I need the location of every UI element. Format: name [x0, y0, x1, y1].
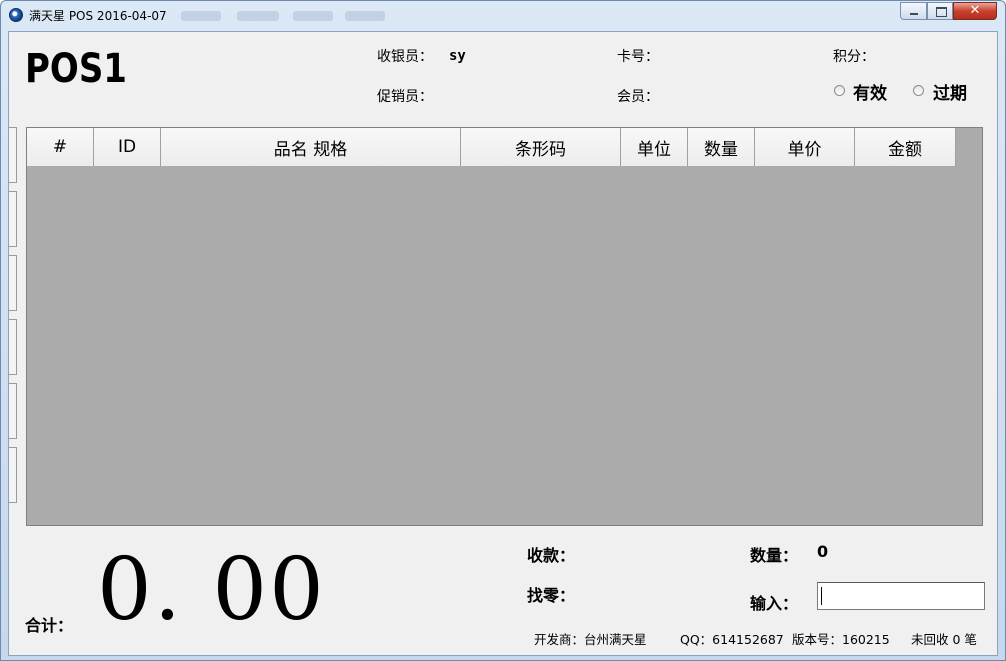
sales-items-grid[interactable]: # ID 品名 规格 条形码 单位 数量 单价 金额: [26, 127, 983, 526]
total-label: 合计：: [25, 616, 74, 635]
text-caret: [821, 587, 822, 605]
quantity-value: 0: [817, 542, 829, 561]
close-icon: ✕: [969, 3, 981, 18]
close-button[interactable]: ✕: [953, 2, 997, 20]
minimize-button[interactable]: [900, 2, 927, 20]
blurred-menu-ghost: [345, 11, 385, 21]
received-label: 收款：: [527, 546, 576, 565]
blurred-menu-ghost: [181, 11, 221, 21]
radio-expired[interactable]: [913, 85, 924, 96]
column-header-id[interactable]: ID: [94, 128, 161, 166]
member-label: 会员：: [617, 89, 659, 105]
quantity-label: 数量：: [750, 546, 799, 565]
app-logo-icon: [9, 8, 23, 22]
radio-valid-label[interactable]: 有效: [853, 79, 887, 104]
column-header-name-spec[interactable]: 品名 规格: [161, 128, 461, 166]
column-header-barcode[interactable]: 条形码: [461, 128, 621, 166]
maximize-button[interactable]: [927, 2, 953, 20]
column-header-unit-price[interactable]: 单价: [755, 128, 855, 166]
blurred-menu-ghost: [237, 11, 279, 21]
app-window: 满天星 POS 2016-04-07 ✕ POS1 收银员： sy 促销员： 卡…: [0, 0, 1006, 661]
pos-terminal-name: POS1: [25, 46, 127, 92]
cashier-label: 收银员：: [377, 49, 433, 65]
developer-info: 开发商：台州满天星: [534, 632, 647, 647]
change-label: 找零：: [527, 586, 576, 605]
column-header-unit[interactable]: 单位: [621, 128, 688, 166]
version-info: 版本号：160215: [792, 632, 890, 647]
side-tab[interactable]: [9, 447, 17, 503]
grid-header: # ID 品名 规格 条形码 单位 数量 单价 金额: [27, 128, 956, 166]
title-bar[interactable]: 满天星 POS 2016-04-07 ✕: [1, 1, 1005, 31]
side-tab[interactable]: [9, 127, 17, 183]
side-tab[interactable]: [9, 319, 17, 375]
side-tab[interactable]: [9, 255, 17, 311]
pos-client-area: POS1 收银员： sy 促销员： 卡号： 会员： 积分： 有效 过期 # ID…: [8, 31, 998, 656]
radio-expired-label[interactable]: 过期: [933, 79, 967, 104]
side-tab[interactable]: [9, 383, 17, 439]
card-number-label: 卡号：: [617, 49, 659, 65]
total-amount: 0. 00: [97, 540, 326, 640]
barcode-input[interactable]: [817, 582, 985, 610]
qq-info: QQ：614152687: [680, 632, 784, 647]
blurred-menu-ghost: [293, 11, 333, 21]
column-header-amount[interactable]: 金额: [855, 128, 956, 166]
cashier-value: sy: [449, 48, 466, 64]
radio-valid[interactable]: [834, 85, 845, 96]
points-label: 积分：: [833, 49, 875, 65]
side-tab[interactable]: [9, 191, 17, 247]
promoter-label: 促销员：: [377, 89, 433, 105]
window-title: 满天星 POS 2016-04-07: [29, 9, 167, 23]
input-label: 输入：: [750, 594, 799, 613]
column-header-quantity[interactable]: 数量: [688, 128, 755, 166]
unrecovered-count: 未回收 0 笔: [911, 632, 977, 647]
column-header-index[interactable]: #: [27, 128, 94, 166]
